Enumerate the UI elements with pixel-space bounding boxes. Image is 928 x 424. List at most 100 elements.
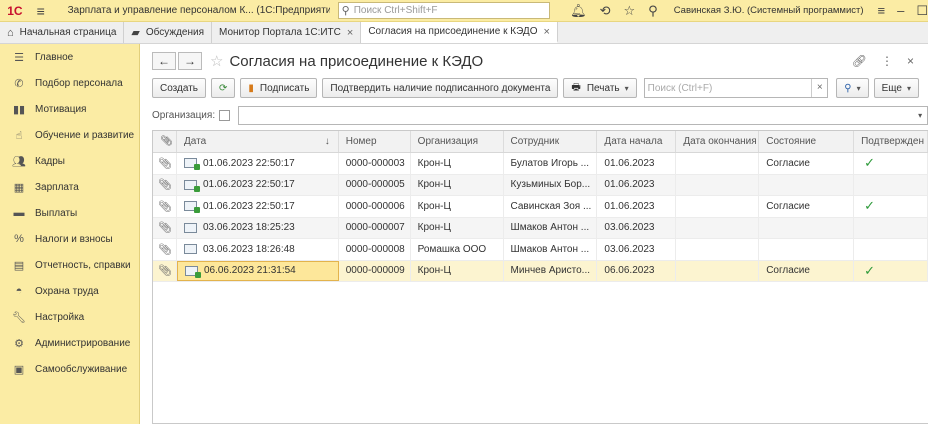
tab-label: Согласия на присоединение к КЭДО	[368, 26, 538, 37]
signed-document-icon	[183, 179, 200, 192]
paperclip-icon: 📎︎	[158, 179, 172, 192]
table-body: 📎︎ 01.06.2023 22:50:17 0000-000003 Крон-Ц Бу…	[153, 153, 928, 282]
column-header-number[interactable]: Номер	[339, 131, 411, 152]
form-area: ← → ☆ Согласия на присоединение к КЭДО 🔗…	[146, 44, 928, 424]
column-header-employee[interactable]: Сотрудник	[504, 131, 598, 152]
search-input[interactable]: Поиск (Ctrl+F) ×	[643, 78, 829, 98]
chevron-down-icon: ▾	[906, 83, 911, 93]
sidebar-item-main[interactable]: ☰ Главное	[0, 44, 139, 70]
organization-filter-checkbox[interactable]	[219, 110, 231, 121]
favorites-star-icon[interactable]: ☆	[624, 3, 636, 19]
main-menu-icon[interactable]: ≡	[30, 3, 52, 19]
motivation-icon: ▮▮	[12, 103, 26, 116]
global-search-input[interactable]: ⚲ Поиск Ctrl+Shift+F	[337, 2, 551, 19]
tab-label: Обсуждения	[145, 27, 205, 38]
column-header-state[interactable]: Состояние	[759, 131, 855, 152]
minimize-icon[interactable]: –	[897, 3, 904, 19]
sidebar-item-hr[interactable]: 👥︎ Кадры	[0, 148, 139, 174]
start-date-cell: 01.06.2023	[597, 174, 677, 195]
column-header-label: Состояние	[766, 136, 817, 147]
sidebar-item-label: Администрирование	[35, 337, 131, 349]
current-user[interactable]: Савинская З.Ю. (Системный программист)	[674, 5, 864, 16]
search-placeholder: Поиск (Ctrl+F)	[647, 82, 713, 94]
table-row[interactable]: 📎︎ 01.06.2023 22:50:17 0000-000005 Крон-Ц Ку…	[153, 174, 928, 196]
sidebar-item-salary[interactable]: ▦ Зарплата	[0, 174, 139, 200]
link-icon[interactable]: 🔗︎	[852, 54, 867, 68]
column-header-confirmed[interactable]: Подтвержден	[854, 131, 928, 152]
sidebar-item-training[interactable]: ☝ Обучение и развитие	[0, 122, 139, 148]
tab-discussions[interactable]: ▰ Обсуждения	[124, 22, 213, 43]
tab-home[interactable]: ⌂ Начальная страница	[0, 22, 125, 43]
column-header-organization[interactable]: Организация	[411, 131, 504, 152]
sidebar-item-labor-safety[interactable]: ◓ Охрана труда	[0, 278, 139, 304]
refresh-icon: ⟳	[219, 82, 228, 94]
chevron-down-icon[interactable]: ▾	[913, 107, 927, 124]
history-icon[interactable]: ⟲	[600, 3, 611, 19]
tab-its-monitor[interactable]: Монитор Портала 1С:ИТС ×	[212, 22, 362, 43]
clear-icon[interactable]: ×	[811, 79, 827, 97]
bell-icon[interactable]: 🔔︎	[570, 3, 587, 19]
maximize-icon[interactable]: ☐	[916, 3, 928, 19]
sections-sidebar: ☰ Главное ✆ Подбор персонала ▮▮ Мотивация ☝…	[0, 44, 140, 424]
employee-cell: Шмаков Антон ...	[504, 217, 598, 238]
sidebar-item-motivation[interactable]: ▮▮ Мотивация	[0, 96, 139, 122]
favorite-star-icon[interactable]: ☆	[210, 52, 223, 70]
arrow-right-icon: →	[184, 54, 196, 68]
state-cell	[759, 217, 855, 238]
forward-button[interactable]: →	[178, 52, 202, 70]
organization-field[interactable]: ▾	[238, 106, 928, 125]
back-button[interactable]: ←	[152, 52, 176, 70]
attachment-cell: 📎︎	[153, 153, 177, 174]
app-title: Зарплата и управление персоналом К... (1…	[67, 5, 330, 16]
end-date-cell	[676, 217, 760, 238]
close-icon[interactable]: ×	[543, 26, 549, 38]
sidebar-item-taxes[interactable]: % Налоги и взносы	[0, 226, 139, 252]
search-icon[interactable]: ⚲	[648, 3, 658, 19]
sidebar-item-label: Подбор персонала	[35, 77, 123, 89]
print-button[interactable]: 🖶︎ Печать ▾	[563, 78, 637, 98]
sidebar-item-recruitment[interactable]: ✆ Подбор персонала	[0, 70, 139, 96]
table-row[interactable]: 📎︎ 06.06.2023 21:31:54 0000-000009 Крон-Ц Ми…	[153, 260, 928, 282]
confirm-signed-button[interactable]: Подтвердить наличие подписанного докумен…	[322, 78, 559, 98]
table-row[interactable]: 📎︎ 03.06.2023 18:25:23 0000-000007 Крон-Ц Шм…	[153, 217, 928, 239]
close-icon[interactable]: ×	[907, 54, 914, 68]
more-vertical-icon[interactable]: ⋮	[881, 54, 893, 68]
attachment-column-header[interactable]: 📎︎	[153, 131, 177, 152]
organization-cell: Крон-Ц	[411, 196, 504, 217]
settings-menu-icon[interactable]: ≡	[878, 3, 886, 19]
number-cell: 0000-000009	[339, 260, 411, 281]
tab-kedo-consents[interactable]: Согласия на присоединение к КЭДО ×	[361, 22, 558, 43]
date-cell: 01.06.2023 22:50:17	[177, 196, 339, 217]
table-row[interactable]: 📎︎ 01.06.2023 22:50:17 0000-000006 Крон-Ц Са…	[153, 196, 928, 218]
column-header-date[interactable]: Дата ↓	[177, 131, 339, 152]
column-header-end-date[interactable]: Дата окончания	[676, 131, 760, 152]
sidebar-item-administration[interactable]: ⚙ Администрирование	[0, 330, 139, 356]
number-cell: 0000-000005	[339, 174, 411, 195]
create-button[interactable]: Создать	[152, 78, 207, 98]
column-header-label: Дата окончания	[683, 136, 757, 147]
close-icon[interactable]: ×	[347, 27, 353, 39]
column-header-start-date[interactable]: Дата начала	[597, 131, 677, 152]
table-row[interactable]: 📎︎ 01.06.2023 22:50:17 0000-000003 Крон-Ц Бу…	[153, 153, 928, 175]
sign-button[interactable]: ▮ Подписать	[240, 78, 318, 98]
date-value: 01.06.2023 22:50:17	[202, 179, 295, 191]
sidebar-item-label: Обучение и развитие	[35, 129, 135, 141]
signed-document-icon	[183, 201, 200, 214]
search-button[interactable]: ⚲ ▾	[836, 78, 869, 98]
more-button[interactable]: Еще ▾	[873, 78, 919, 98]
sort-desc-icon: ↓	[324, 136, 330, 147]
sidebar-item-settings[interactable]: 🔧︎ Настройка	[0, 304, 139, 330]
refresh-button[interactable]: ⟳	[211, 78, 236, 98]
thumbs-up-icon: ☝	[15, 129, 23, 142]
column-header-label: Сотрудник	[510, 136, 560, 147]
confirmed-cell	[854, 239, 928, 260]
arrow-left-icon: ←	[158, 54, 170, 68]
table-row[interactable]: 📎︎ 03.06.2023 18:26:48 0000-000008 Ромашка …	[153, 239, 928, 261]
employee-cell: Шмаков Антон ...	[504, 239, 598, 260]
printer-icon: 🖶︎	[571, 81, 581, 93]
sidebar-item-payments[interactable]: ▬ Выплаты	[0, 200, 139, 226]
start-date-cell: 06.06.2023	[597, 260, 677, 281]
sidebar-item-self-service[interactable]: ▣ Самообслуживание	[0, 356, 139, 382]
sidebar-item-reports[interactable]: ▤ Отчетность, справки	[0, 252, 139, 278]
helmet-icon: ◓	[15, 285, 23, 297]
